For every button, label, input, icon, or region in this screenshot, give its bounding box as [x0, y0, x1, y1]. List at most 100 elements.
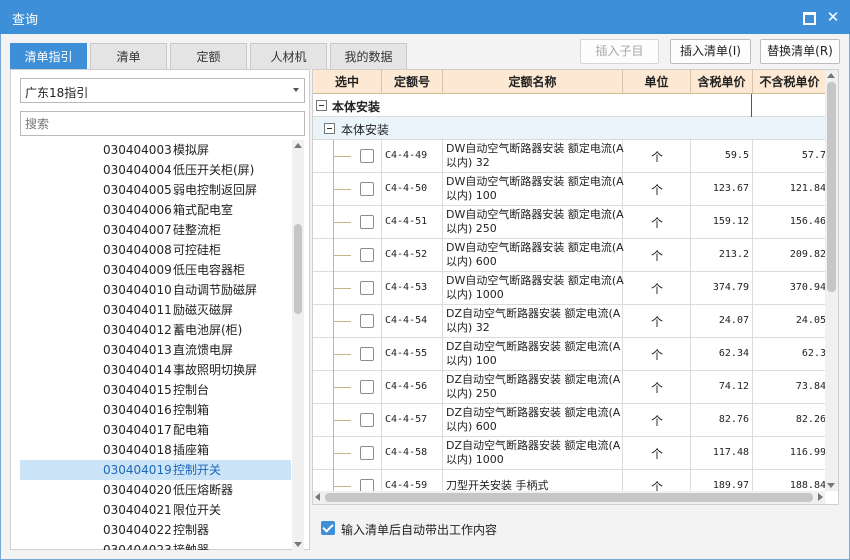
row-checkbox[interactable] — [360, 215, 374, 229]
table-row[interactable]: C4-4-55 DZ自动空气断路器安装 额定电流(A以内) 100 个 62.3… — [313, 338, 826, 371]
list-item[interactable]: 030404003 模拟屏 — [20, 140, 291, 160]
scroll-down-icon[interactable] — [294, 542, 302, 547]
table-horizontal-scrollbar[interactable] — [313, 491, 825, 504]
window-title: 查询 — [12, 13, 39, 28]
row-checkbox[interactable] — [360, 413, 374, 427]
row-code: C4-4-56 — [385, 381, 428, 392]
row-checkbox[interactable] — [360, 149, 374, 163]
list-item[interactable]: 030404016 控制箱 — [20, 400, 291, 420]
row-price-tax: 62.34 — [718, 348, 749, 359]
table-row[interactable]: C4-4-53 DW自动空气断路器安装 额定电流(A以内) 1000 个 374… — [313, 272, 826, 305]
list-item[interactable]: 030404018 插座箱 — [20, 440, 291, 460]
scroll-thumb[interactable] — [294, 224, 302, 314]
table-vertical-scrollbar[interactable] — [825, 70, 838, 491]
table-row[interactable]: C4-4-54 DZ自动空气断路器安装 额定电流(A以内) 32 个 24.07… — [313, 305, 826, 338]
list-item[interactable]: 030404022 控制器 — [20, 520, 291, 540]
row-unit: 个 — [650, 381, 663, 395]
table-row[interactable]: C4-4-57 DZ自动空气断路器安装 额定电流(A以内) 600 个 82.7… — [313, 404, 826, 437]
col-header-name[interactable]: 定额名称 — [443, 70, 623, 94]
tab-guide[interactable]: 清单指引 — [10, 43, 87, 69]
row-price-tax: 74.12 — [718, 381, 749, 392]
row-checkbox[interactable] — [360, 446, 374, 460]
col-header-code[interactable]: 定额号 — [382, 70, 443, 94]
list-item[interactable]: 030404008 可控硅柜 — [20, 240, 291, 260]
row-name: DW自动空气断路器安装 额定电流(A以内) 600 — [446, 241, 624, 268]
row-price-tax: 123.67 — [712, 183, 749, 194]
row-name: DW自动空气断路器安装 额定电流(A以内) 250 — [446, 208, 624, 235]
col-header-price-notax[interactable]: 不含税单价 — [753, 70, 826, 94]
close-icon[interactable]: ✕ — [823, 7, 843, 27]
row-price-tax: 82.76 — [718, 414, 749, 425]
row-unit: 个 — [650, 414, 663, 428]
guide-select[interactable]: 广东18指引 — [20, 78, 305, 103]
row-code: C4-4-51 — [385, 216, 428, 227]
table-row[interactable]: C4-4-51 DW自动空气断路器安装 额定电流(A以内) 250 个 159.… — [313, 206, 826, 239]
table-row[interactable]: C4-4-49 DW自动空气断路器安装 额定电流(A以内) 32 个 59.5 … — [313, 140, 826, 173]
list-item-selected[interactable]: 030404019 控制开关 — [20, 460, 291, 480]
row-code: C4-4-57 — [385, 414, 428, 425]
row-name: DZ自动空气断路器安装 额定电流(A以内) 100 — [446, 340, 621, 367]
row-checkbox[interactable] — [360, 314, 374, 328]
maximize-icon[interactable] — [798, 7, 818, 27]
list-item[interactable]: 030404020 低压熔断器 — [20, 480, 291, 500]
auto-content-label[interactable]: 输入清单后自动带出工作内容 — [341, 521, 497, 538]
list-item[interactable]: 030404017 配电箱 — [20, 420, 291, 440]
row-price-notax: 156.46 — [789, 216, 826, 227]
collapse-icon[interactable] — [324, 123, 335, 134]
tab-materials[interactable]: 人材机 — [250, 43, 327, 69]
replace-list-button[interactable]: 替换清单(R) — [760, 39, 840, 64]
group-row[interactable]: 本体安装 — [313, 94, 826, 117]
guide-panel: 广东18指引 030404003模拟屏 030404004低压开关柜(屏) 03… — [10, 69, 310, 550]
list-item[interactable]: 030404013 直流馈电屏 — [20, 340, 291, 360]
insert-sub-button[interactable]: 插入子目 — [580, 39, 659, 64]
col-header-select[interactable]: 选中 — [313, 70, 382, 94]
scroll-down-icon[interactable] — [827, 483, 835, 488]
tab-my-data[interactable]: 我的数据 — [330, 43, 407, 69]
scroll-thumb[interactable] — [325, 493, 813, 502]
table-row[interactable]: C4-4-52 DW自动空气断路器安装 额定电流(A以内) 600 个 213.… — [313, 239, 826, 272]
scroll-right-icon[interactable] — [818, 493, 823, 501]
list-item[interactable]: 030404007 硅整流柜 — [20, 220, 291, 240]
col-header-unit[interactable]: 单位 — [623, 70, 691, 94]
row-checkbox[interactable] — [360, 380, 374, 394]
row-price-tax: 159.12 — [712, 216, 749, 227]
search-input[interactable] — [20, 111, 305, 136]
col-header-price-tax[interactable]: 含税单价 — [691, 70, 753, 94]
scroll-up-icon[interactable] — [827, 73, 835, 78]
table-row[interactable]: C4-4-56 DZ自动空气断路器安装 额定电流(A以内) 250 个 74.1… — [313, 371, 826, 404]
row-code: C4-4-55 — [385, 348, 428, 359]
collapse-icon[interactable] — [316, 100, 327, 111]
scroll-thumb[interactable] — [827, 82, 836, 292]
list-item[interactable]: 030404015 控制台 — [20, 380, 291, 400]
list-item[interactable]: 030404011 励磁灭磁屏 — [20, 300, 291, 320]
left-scrollbar[interactable] — [292, 140, 304, 550]
list-item[interactable]: 030404021 限位开关 — [20, 500, 291, 520]
insert-list-button[interactable]: 插入清单(I) — [670, 39, 751, 64]
scroll-left-icon[interactable] — [315, 493, 320, 501]
row-checkbox[interactable] — [360, 182, 374, 196]
list-item[interactable]: 030404004 低压开关柜(屏) — [20, 160, 291, 180]
row-price-notax: 57.7 — [801, 150, 826, 161]
quota-table: 选中 定额号 定额名称 单位 含税单价 不含税单价 本体安装 本体安装 C4-4… — [312, 69, 839, 505]
list-item[interactable]: 030404023 接触器 — [20, 540, 291, 550]
list-item[interactable]: 030404012 蓄电池屏(柜) — [20, 320, 291, 340]
row-code: C4-4-49 — [385, 150, 428, 161]
row-checkbox[interactable] — [360, 248, 374, 262]
list-item[interactable]: 030404005 弱电控制返回屏 — [20, 180, 291, 200]
tab-list[interactable]: 清单 — [90, 43, 167, 69]
auto-content-checkbox[interactable] — [321, 521, 335, 535]
list-item[interactable]: 030404010 自动调节励磁屏 — [20, 280, 291, 300]
tab-quota[interactable]: 定额 — [170, 43, 247, 69]
list-item[interactable]: 030404006 箱式配电室 — [20, 200, 291, 220]
table-row[interactable]: C4-4-58 DZ自动空气断路器安装 额定电流(A以内) 1000 个 117… — [313, 437, 826, 470]
row-name: DW自动空气断路器安装 额定电流(A以内) 32 — [446, 142, 624, 169]
list-item[interactable]: 030404014 事故照明切换屏 — [20, 360, 291, 380]
row-checkbox[interactable] — [360, 281, 374, 295]
row-checkbox[interactable] — [360, 347, 374, 361]
subgroup-row[interactable]: 本体安装 — [313, 117, 826, 140]
row-unit: 个 — [650, 150, 663, 164]
list-item[interactable]: 030404009 低压电容器柜 — [20, 260, 291, 280]
table-row[interactable]: C4-4-50 DW自动空气断路器安装 额定电流(A以内) 100 个 123.… — [313, 173, 826, 206]
guide-tree: 030404003 模拟屏 030404004 低压开关柜(屏) 030404005… — [20, 140, 291, 550]
scroll-up-icon[interactable] — [294, 143, 302, 148]
